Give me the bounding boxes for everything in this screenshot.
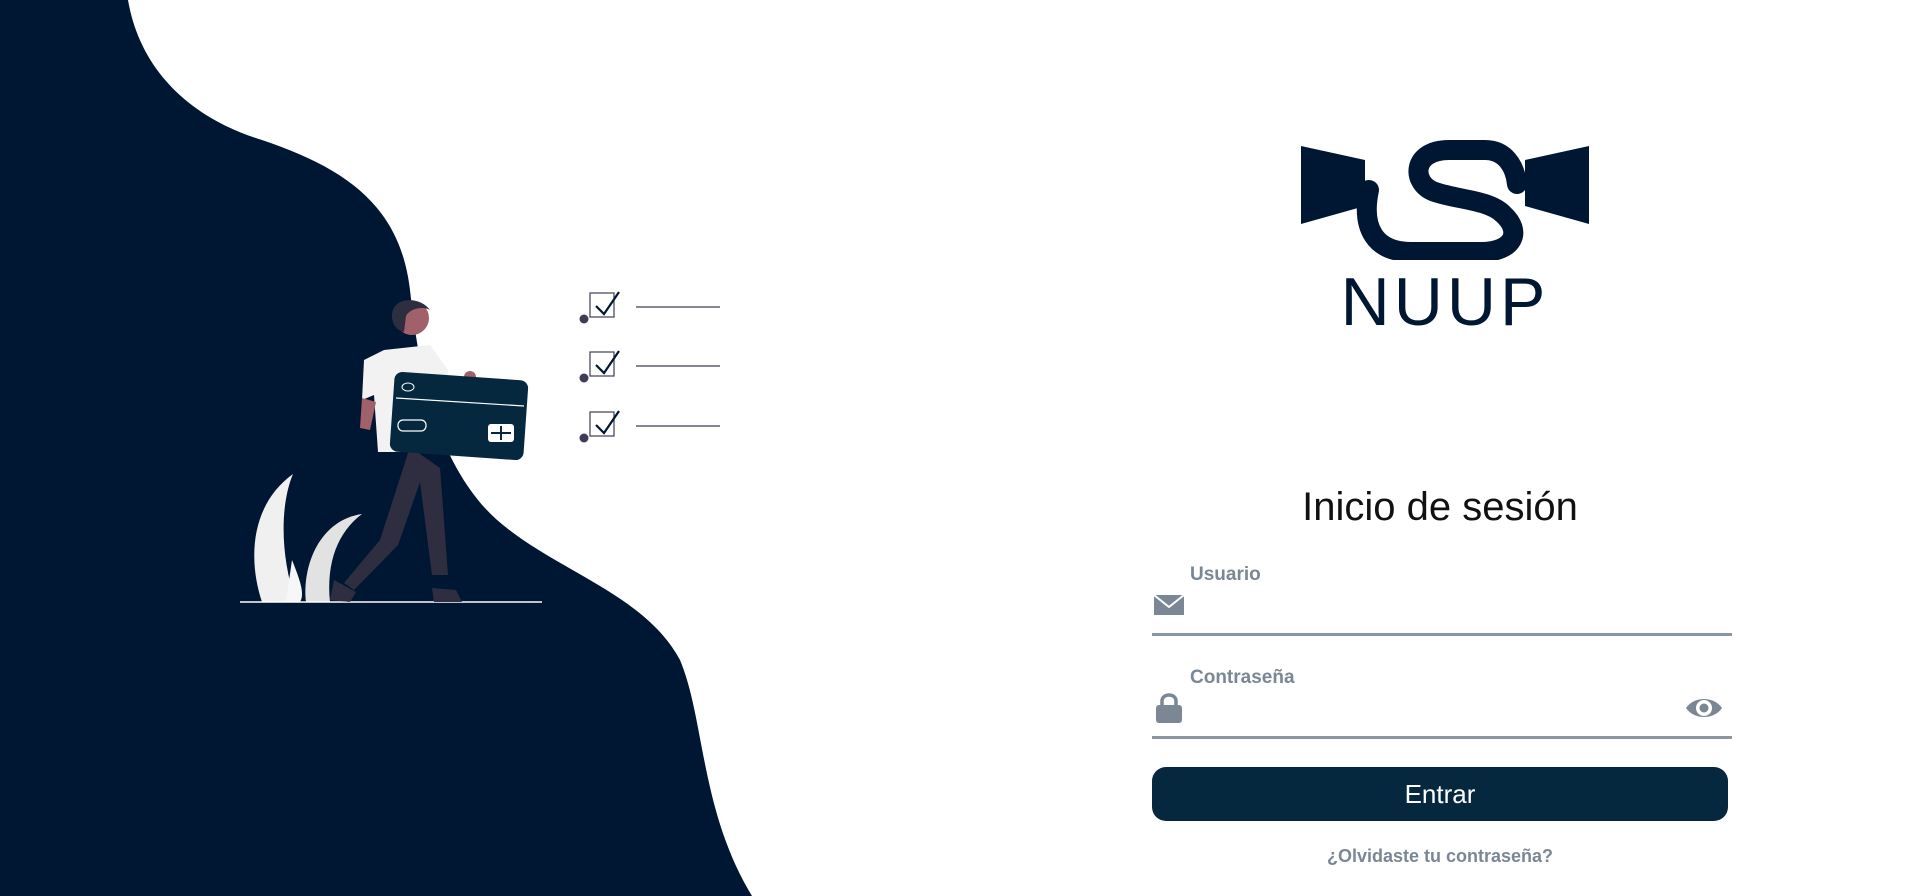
hero-illustration: [0, 0, 752, 896]
username-input[interactable]: [1190, 591, 1674, 629]
lock-icon: [1156, 693, 1182, 723]
password-label: Contraseña: [1190, 667, 1295, 688]
username-field: Usuario: [1152, 561, 1732, 636]
password-field: Contraseña: [1152, 664, 1732, 739]
envelope-icon: [1153, 594, 1185, 615]
login-title: Inicio de sesión: [1302, 485, 1578, 529]
dark-wave-background: [0, 0, 752, 896]
brand-logo: NUUP: [1295, 128, 1595, 336]
brand-name: NUUP: [1340, 264, 1550, 340]
credit-card-graphic: [389, 371, 529, 461]
forgot-password-link[interactable]: ¿Olvidaste tu contraseña?: [1152, 846, 1728, 867]
password-input[interactable]: [1190, 694, 1674, 732]
checklist-graphic: [579, 291, 720, 443]
login-submit-button[interactable]: Entrar: [1152, 767, 1728, 821]
eye-icon[interactable]: [1684, 688, 1724, 728]
logo-mark: [1301, 140, 1589, 260]
username-label: Usuario: [1190, 564, 1261, 585]
